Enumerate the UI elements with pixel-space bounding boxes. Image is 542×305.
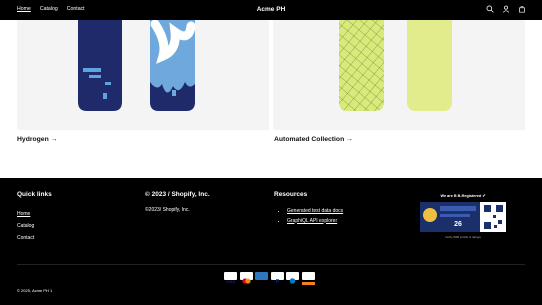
badge-year: 26 bbox=[454, 221, 462, 228]
brand-logo[interactable]: Acme PH bbox=[0, 6, 542, 13]
account-icon[interactable] bbox=[502, 5, 510, 13]
about-text: ©2023/ Shopify, Inc. bbox=[145, 207, 190, 213]
resources-list: Generated test data docs GraphiQL API ex… bbox=[280, 207, 343, 226]
badge-caption: Verify B2B profile & ratings bbox=[445, 235, 481, 239]
mastercard-icon bbox=[239, 272, 253, 284]
amex-icon bbox=[255, 272, 268, 280]
badge-title: We are B B-Registered ✔ bbox=[440, 194, 486, 198]
about-heading: © 2023 / Shopify, Inc. bbox=[145, 191, 210, 198]
svg-text:VISA: VISA bbox=[226, 279, 235, 284]
snowboard-image-hydrogen bbox=[78, 20, 196, 111]
svg-text:P: P bbox=[275, 279, 279, 285]
hydrogen-collection-image[interactable] bbox=[17, 20, 269, 130]
payment-icons: VISA P bbox=[224, 272, 315, 285]
site-footer: Quick links Home Catalog Contact © 2023 … bbox=[0, 178, 542, 305]
footer-link-home[interactable]: Home bbox=[17, 208, 34, 220]
hydrogen-collection-link[interactable]: Hydrogen → bbox=[17, 136, 57, 143]
cart-icon[interactable] bbox=[518, 5, 526, 13]
collection-list: Hydrogen → Automated Collection → bbox=[0, 20, 542, 178]
b2b-badge[interactable]: 26 bbox=[420, 202, 506, 232]
footer-link-contact[interactable]: Contact bbox=[17, 232, 34, 244]
footer-link-catalog[interactable]: Catalog bbox=[17, 220, 34, 232]
paypal-icon: P bbox=[270, 272, 284, 285]
quick-links-list: Home Catalog Contact bbox=[17, 208, 34, 244]
visa-icon: VISA bbox=[224, 272, 237, 284]
automated-collection-image[interactable] bbox=[273, 20, 525, 130]
discover-icon bbox=[301, 272, 315, 285]
automated-collection-link[interactable]: Automated Collection → bbox=[274, 136, 353, 143]
copyright-text: © 2025, Acme PH 1 bbox=[17, 288, 53, 293]
b2b-badge-graphic: 26 bbox=[420, 202, 504, 232]
resources-heading: Resources bbox=[274, 191, 308, 198]
resource-link-test-data[interactable]: Generated test data docs bbox=[287, 207, 343, 217]
footer-divider bbox=[17, 264, 525, 265]
resource-link-graphiql[interactable]: GraphiQL API explorer bbox=[287, 217, 343, 227]
site-header: Home Catalog Contact Acme PH bbox=[0, 0, 542, 20]
quick-links-heading: Quick links bbox=[17, 191, 52, 198]
snowboard-image-automated bbox=[339, 20, 452, 111]
header-icons bbox=[486, 5, 526, 13]
search-icon[interactable] bbox=[486, 5, 494, 13]
diners-icon bbox=[286, 272, 299, 284]
